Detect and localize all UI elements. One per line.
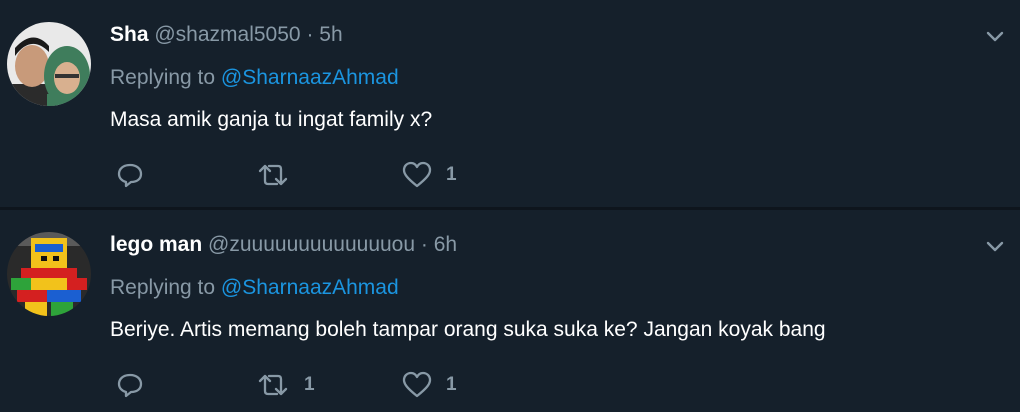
reply-icon xyxy=(117,373,143,398)
reply-icon xyxy=(117,163,143,188)
retweet-count: 1 xyxy=(304,374,315,395)
tweet-feed: Sha @shazmal5050 · 5h Replying to @Sharn… xyxy=(0,0,1020,412)
tweet-text: Masa amik ganja tu ingat family x? xyxy=(110,108,433,131)
display-name[interactable]: Sha xyxy=(110,23,149,46)
chevron-down-icon[interactable] xyxy=(986,31,1004,43)
like-icon xyxy=(402,161,432,188)
retweet-icon xyxy=(258,164,288,186)
tweet[interactable]: lego man @zuuuuuuuuuuuuuou · 6h Replying… xyxy=(0,210,1020,412)
replying-to: Replying to @SharnaazAhmad xyxy=(110,276,399,300)
like-button[interactable]: 1 xyxy=(402,371,457,399)
retweet-button[interactable] xyxy=(256,161,304,189)
like-count: 1 xyxy=(446,374,457,395)
reply-button[interactable] xyxy=(116,161,158,189)
reply-button[interactable] xyxy=(116,371,158,399)
separator-dot: · xyxy=(306,23,314,46)
user-handle[interactable]: @shazmal5050 xyxy=(154,23,300,46)
timestamp[interactable]: 6h xyxy=(434,233,457,256)
chevron-down-icon[interactable] xyxy=(986,241,1004,253)
tweet[interactable]: Sha @shazmal5050 · 5h Replying to @Sharn… xyxy=(0,0,1020,207)
timestamp[interactable]: 5h xyxy=(319,23,342,46)
display-name[interactable]: lego man xyxy=(110,233,202,256)
like-button[interactable]: 1 xyxy=(402,161,457,189)
replying-label: Replying to xyxy=(110,66,216,89)
replying-to: Replying to @SharnaazAhmad xyxy=(110,66,399,90)
like-count: 1 xyxy=(446,164,457,185)
like-icon xyxy=(402,371,432,398)
tweet-text: Beriye. Artis memang boleh tampar orang … xyxy=(110,318,826,341)
separator-dot: · xyxy=(420,233,428,256)
avatar[interactable] xyxy=(7,22,91,106)
retweet-icon xyxy=(258,374,288,396)
avatar[interactable] xyxy=(7,232,91,316)
tweet-header: Sha @shazmal5050 · 5h xyxy=(110,23,343,47)
mention-link[interactable]: @SharnaazAhmad xyxy=(221,276,399,299)
retweet-button[interactable]: 1 xyxy=(256,371,315,399)
tweet-header: lego man @zuuuuuuuuuuuuuou · 6h xyxy=(110,233,457,257)
user-handle[interactable]: @zuuuuuuuuuuuuuou xyxy=(208,233,415,256)
replying-label: Replying to xyxy=(110,276,216,299)
mention-link[interactable]: @SharnaazAhmad xyxy=(221,66,399,89)
